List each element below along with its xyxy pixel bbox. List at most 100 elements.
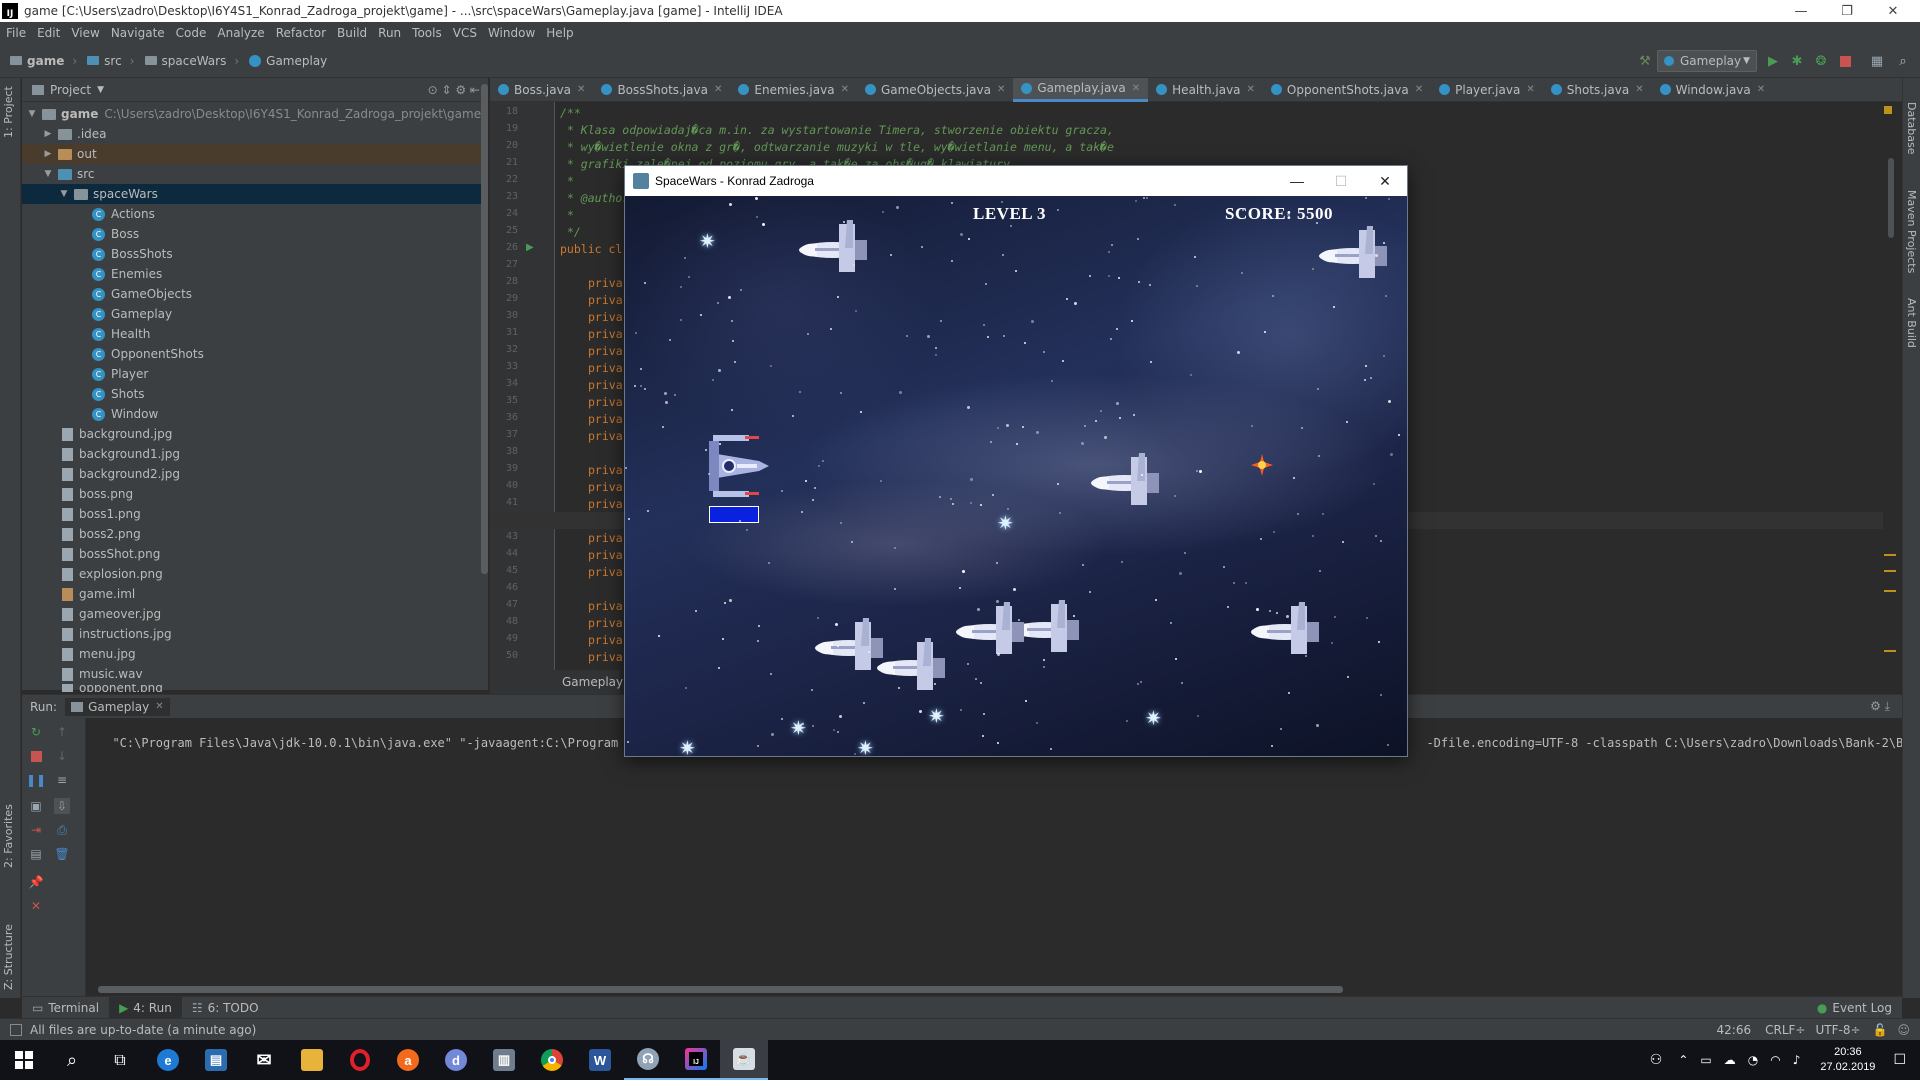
file-encoding[interactable]: UTF-8÷ [1815, 1023, 1860, 1037]
close-tab-icon[interactable]: ✕ [1415, 84, 1423, 95]
print-icon[interactable]: ⎙ [54, 822, 70, 838]
expand-arrow-icon[interactable]: ▼ [58, 189, 70, 199]
tab-gameplay[interactable]: Gameplay.java ✕ [1013, 77, 1149, 102]
dump-threads-icon[interactable]: ▣ [28, 798, 44, 814]
editor-breadcrumb[interactable]: Gameplay [490, 670, 623, 694]
layout-icon[interactable]: ▤ [28, 846, 44, 862]
tree-root-game[interactable]: ▼ game C:\Users\zadro\Desktop\I6Y4S1_Konr… [22, 104, 488, 124]
tab-shots[interactable]: Shots.java ✕ [1543, 78, 1652, 102]
tree-file[interactable]: bossShot.png [22, 544, 488, 564]
database-tool-tab[interactable]: Database [1905, 102, 1918, 155]
people-icon[interactable]: ⚇ [1650, 1052, 1663, 1068]
menu-navigate[interactable]: Navigate [111, 26, 165, 40]
tree-file[interactable]: boss.png [22, 484, 488, 504]
scroll-to-end-icon[interactable]: ⇩ [54, 798, 70, 814]
tree-folder-out[interactable]: ▶ out [22, 144, 488, 164]
console-area[interactable] [22, 718, 1902, 996]
tree-file[interactable]: menu.jpg [22, 644, 488, 664]
coverage-icon[interactable]: ❂ [1812, 52, 1830, 70]
panel-settings-icon[interactable]: ⚙ ⤓ [1870, 699, 1890, 714]
breadcrumb-gameplay[interactable]: Gameplay [249, 54, 327, 68]
stripe-marker[interactable] [1884, 554, 1896, 556]
battery-icon[interactable]: ▭ [1700, 1053, 1711, 1067]
game-maximize-button[interactable]: ☐ [1319, 166, 1363, 196]
lock-icon[interactable]: 🔓 [1873, 1023, 1888, 1037]
menu-analyze[interactable]: Analyze [217, 26, 264, 40]
network-icon[interactable]: ◔ [1748, 1053, 1758, 1067]
tab-enemies[interactable]: Enemies.java ✕ [730, 78, 857, 102]
tree-class-opponentshots[interactable]: C OpponentShots [22, 344, 488, 364]
eclipse-button[interactable]: ☊ [624, 1040, 672, 1080]
chevron-down-icon[interactable]: ▼ [97, 85, 104, 95]
volume-icon[interactable]: ♪ [1793, 1053, 1801, 1067]
maximize-button[interactable]: ❐ [1824, 0, 1870, 22]
game-canvas[interactable]: LEVEL 3 SCORE: 5500 ✷ ✷ ✷ ✷ ✷ ✷ ✷ [625, 196, 1407, 756]
project-structure-icon[interactable]: ▦ [1868, 52, 1886, 70]
maven-tool-tab[interactable]: Maven Projects [1905, 190, 1918, 273]
breadcrumb-spacewars[interactable]: spaceWars › [144, 54, 239, 68]
stop-icon[interactable] [1836, 52, 1854, 70]
breadcrumb-src[interactable]: src › [87, 54, 135, 68]
scroll-up-icon[interactable]: ↑ [54, 724, 70, 740]
search-button[interactable]: ⌕ [48, 1040, 96, 1080]
game-minimize-button[interactable]: — [1275, 166, 1319, 196]
close-icon[interactable]: ✕ [28, 898, 44, 914]
project-scrollbar[interactable] [481, 84, 488, 574]
run-tab[interactable]: ▶ 4: Run [109, 996, 182, 1019]
run-gutter-icon[interactable]: ▶ [526, 242, 534, 253]
store-button[interactable]: ▤ [192, 1040, 240, 1080]
tree-file[interactable]: background1.jpg [22, 444, 488, 464]
scroll-down-icon[interactable]: ↓ [54, 748, 70, 764]
breadcrumb-game[interactable]: game › [10, 54, 77, 68]
tree-folder-idea[interactable]: ▶ .idea [22, 124, 488, 144]
build-hammer-icon[interactable]: ⚒ [1636, 52, 1654, 70]
tree-class-player[interactable]: C Player [22, 364, 488, 384]
pin-icon[interactable]: 📌 [28, 874, 44, 890]
soft-wrap-icon[interactable]: ≡ [54, 772, 70, 788]
tab-boss[interactable]: Boss.java ✕ [490, 78, 593, 102]
menu-edit[interactable]: Edit [37, 26, 60, 40]
project-tool-tab[interactable]: 1: Project [2, 86, 15, 138]
mail-button[interactable]: ✉ [240, 1040, 288, 1080]
tab-gameobjects[interactable]: GameObjects.java ✕ [857, 78, 1013, 102]
tab-opponentshots[interactable]: OpponentShots.java ✕ [1263, 78, 1431, 102]
tree-file[interactable]: boss1.png [22, 504, 488, 524]
warning-icon[interactable] [1884, 106, 1892, 114]
tab-health[interactable]: Health.java ✕ [1148, 78, 1263, 102]
close-tab-icon[interactable]: ✕ [155, 701, 163, 712]
tab-bossshots[interactable]: BossShots.java ✕ [593, 78, 730, 102]
close-tab-icon[interactable]: ✕ [577, 84, 585, 95]
close-tab-icon[interactable]: ✕ [714, 84, 722, 95]
minimize-button[interactable]: — [1778, 0, 1824, 22]
onedrive-icon[interactable]: ☁ [1724, 1053, 1736, 1067]
tree-class-actions[interactable]: C Actions [22, 204, 488, 224]
menu-file[interactable]: File [6, 26, 26, 40]
tree-folder-src[interactable]: ▼ src [22, 164, 488, 184]
debug-icon[interactable]: ✱ [1788, 52, 1806, 70]
menu-code[interactable]: Code [176, 26, 207, 40]
stop-icon[interactable] [28, 748, 44, 764]
tree-class-boss[interactable]: C Boss [22, 224, 488, 244]
discord-button[interactable]: d [432, 1040, 480, 1080]
game-window[interactable]: SpaceWars - Konrad Zadroga — ☐ ✕ LEVEL 3… [624, 165, 1408, 757]
terminal-tab[interactable]: ▭ Terminal [22, 997, 109, 1019]
close-tab-icon[interactable]: ✕ [1247, 84, 1255, 95]
stripe-marker[interactable] [1884, 590, 1896, 592]
edge-button[interactable]: e [144, 1040, 192, 1080]
close-button[interactable]: ✕ [1870, 0, 1916, 22]
tree-class-gameplay[interactable]: C Gameplay [22, 304, 488, 324]
editor-scrollbar[interactable] [1888, 158, 1894, 238]
tree-file[interactable]: game.iml [22, 584, 488, 604]
app-button[interactable]: ▥ [480, 1040, 528, 1080]
ant-build-tool-tab[interactable]: Ant Build [1905, 298, 1918, 348]
tree-class-shots[interactable]: C Shots [22, 384, 488, 404]
tree-file[interactable]: music.wav [22, 664, 488, 684]
tree-class-health[interactable]: C Health [22, 324, 488, 344]
tab-window[interactable]: Window.java ✕ [1652, 78, 1774, 102]
explorer-button[interactable] [288, 1040, 336, 1080]
tree-file[interactable]: background2.jpg [22, 464, 488, 484]
collapse-arrow-icon[interactable]: ▶ [42, 129, 54, 139]
clock[interactable]: 20:36 27.02.2019 [1820, 1045, 1875, 1075]
tree-file[interactable]: explosion.png [22, 564, 488, 584]
favorites-tool-tab[interactable]: 2: Favorites [2, 804, 15, 868]
